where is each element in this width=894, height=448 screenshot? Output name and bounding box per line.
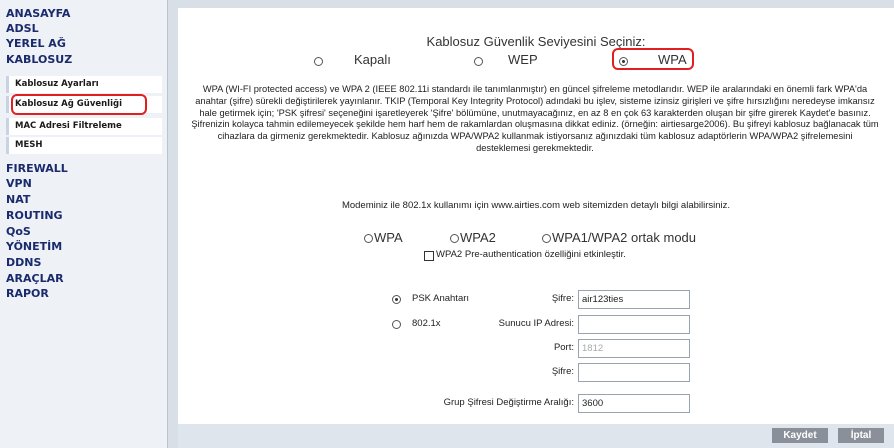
menu-yonetim[interactable]: YÖNETİM [6,239,162,254]
label-wep: WEP [508,52,538,67]
sub-mesh[interactable]: MESH [6,137,162,154]
port-input[interactable]: 1812 [578,339,690,358]
label-mode-wpa2: WPA2 [460,230,496,245]
server-ip-input[interactable] [578,315,690,334]
radio-mode-wpa1-wpa2[interactable] [542,234,551,243]
preauth-label: WPA2 Pre-authentication özelliğini etkin… [436,249,626,260]
password2-input[interactable] [578,363,690,382]
cancel-button[interactable]: İptal [838,428,884,443]
radio-kapali[interactable] [314,57,323,66]
menu-nat[interactable]: NAT [6,192,162,207]
label-mode-wpa1-wpa2: WPA1/WPA2 ortak modu [552,230,697,245]
menu-araclar[interactable]: ARAÇLAR [6,271,162,286]
label-mode-wpa: WPA [374,230,403,245]
menu-anasayfa[interactable]: ANASAYFA [6,6,162,21]
selected-highlight [11,94,147,115]
radio-psk[interactable] [392,295,401,304]
group-interval-input[interactable]: 3600 [578,394,690,413]
password-input[interactable]: air123ties [578,290,690,309]
radio-wpa[interactable] [619,57,628,66]
label-8021x: 802.1x [412,318,441,329]
security-level-title: Kablosuz Güvenlik Seviyesini Seçiniz: [426,34,646,49]
label-wpa: WPA [658,52,687,67]
menu-rapor[interactable]: RAPOR [6,286,162,301]
label-server-ip: Sunucu IP Adresi: [498,318,574,329]
sub-kablosuz-ayarlari[interactable]: Kablosuz Ayarları [6,76,162,93]
label-password: Şifre: [551,293,574,304]
sidebar: ANASAYFA ADSL YEREL AĞ KABLOSUZ Kablosuz… [0,0,168,448]
menu-adsl[interactable]: ADSL [6,21,162,36]
menu-kablosuz[interactable]: KABLOSUZ [6,52,162,67]
sub-mac-adresi-filtreleme[interactable]: MAC Adresi Filtreleme [6,118,162,135]
menu-firewall[interactable]: FIREWALL [6,161,162,176]
label-password2: Şifre: [551,366,574,377]
save-button[interactable]: Kaydet [772,428,828,443]
label-group-interval: Grup Şifresi Değiştirme Aralığı: [443,397,574,408]
radio-8021x[interactable] [392,320,401,329]
preauth-checkbox[interactable] [424,251,434,261]
wpa-description: WPA (WI-FI protected access) ve WPA 2 (I… [191,84,879,153]
label-psk: PSK Anahtarı [412,293,470,304]
label-kapali: Kapalı [354,52,391,67]
radio-wep[interactable] [474,57,483,66]
menu-ddns[interactable]: DDNS [6,255,162,270]
menu-vpn[interactable]: VPN [6,176,162,191]
radio-mode-wpa[interactable] [364,234,373,243]
radio-mode-wpa2[interactable] [450,234,459,243]
menu-routing[interactable]: ROUTING [6,208,162,223]
menu-qos[interactable]: QoS [6,224,162,239]
label-port: Port: [553,342,574,353]
menu-yerel-ag[interactable]: YEREL AĞ [6,36,162,51]
main-panel: Kablosuz Güvenlik Seviyesini Seçiniz: Ka… [178,8,894,424]
info-text: Modeminiz ile 802.1x kullanımı için www.… [341,200,731,211]
